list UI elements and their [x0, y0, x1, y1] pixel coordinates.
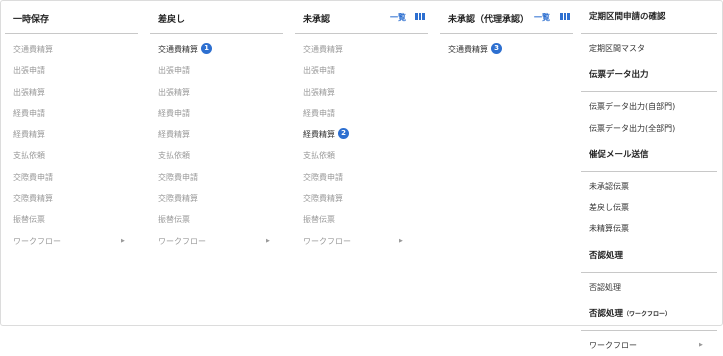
rejection-workflow-title: 否認処理: [589, 309, 624, 320]
rejection-workflow-suffix: （ワークフロー）: [623, 311, 672, 319]
menu-item-entertainment-request[interactable]: 交際費申請: [291, 167, 436, 188]
reminder-unapproved-item[interactable]: 未承認伝票: [581, 176, 717, 197]
column-proxy-unapproved: 未承認（代理承認） 一覧 交通費精算 3: [436, 1, 581, 60]
menu-item-workflow[interactable]: ワークフロー ▶: [291, 231, 436, 252]
menu-item-travel-expense[interactable]: 交通費精算: [1, 39, 146, 60]
menu-item-entertainment-settlement[interactable]: 交際費精算: [1, 188, 146, 209]
column-title: 未承認: [303, 15, 331, 25]
admin-menu: 定期区間申請の確認 定期区間マスタ 伝票データ出力 伝票データ出力(自部門) 伝…: [581, 1, 717, 356]
arrow-right-icon: ▶: [121, 237, 125, 244]
count-badge: 1: [201, 43, 212, 54]
reminder-mail-heading: 催促メール送信: [581, 139, 717, 172]
count-badge: 2: [338, 128, 349, 140]
column-header: 差戻し: [150, 1, 283, 34]
rejection-workflow-heading: 否認処理（ワークフロー）: [581, 298, 717, 332]
column-draft: 一時保存 交通費精算 出張申請 出張精算 経費申請 経費精算 支払依頼 交際費申…: [1, 1, 146, 252]
arrow-right-icon: ▶: [266, 237, 270, 244]
commuter-check-heading[interactable]: 定期区間申請の確認: [581, 1, 717, 34]
rejection-heading: 否認処理: [581, 240, 717, 273]
column-view-icon[interactable]: [415, 13, 426, 20]
menu-item-travel-expense[interactable]: 交通費精算 3: [436, 39, 581, 60]
arrow-right-icon: ▶: [399, 237, 403, 244]
menu-item-business-trip-settlement[interactable]: 出張精算: [1, 82, 146, 103]
menu-item-expense-settlement[interactable]: 経費精算 2: [291, 124, 436, 145]
list-link[interactable]: 一覧: [390, 12, 406, 23]
menu-item-workflow[interactable]: ワークフロー ▶: [1, 231, 146, 252]
menu-item-expense-request[interactable]: 経費申請: [291, 103, 436, 124]
rejection-item[interactable]: 否認処理: [581, 277, 717, 298]
menu-item-expense-request[interactable]: 経費申請: [1, 103, 146, 124]
slip-output-all-dept-item[interactable]: 伝票データ出力(全部門): [581, 118, 717, 139]
menu-item-entertainment-settlement[interactable]: 交際費精算: [291, 188, 436, 209]
reminder-unsettled-item[interactable]: 未精算伝票: [581, 218, 717, 239]
menu-item-transfer-slip[interactable]: 振替伝票: [291, 209, 436, 230]
menu-item-payment-request[interactable]: 支払依頼: [1, 145, 146, 166]
menu-item-business-trip-request[interactable]: 出張申請: [1, 60, 146, 81]
arrow-right-icon: ▶: [699, 342, 703, 349]
column-title: 差戻し: [158, 15, 186, 25]
menu-item-business-trip-request[interactable]: 出張申請: [291, 60, 436, 81]
count-badge: 3: [491, 43, 502, 54]
menu-item-expense-request[interactable]: 経費申請: [146, 103, 291, 124]
list-link[interactable]: 一覧: [534, 12, 550, 23]
column-title: 未承認（代理承認）: [448, 15, 530, 25]
column-header: 未承認 一覧: [295, 1, 428, 34]
commuter-master-item[interactable]: 定期区間マスタ: [581, 38, 717, 59]
menu-item-entertainment-settlement[interactable]: 交際費精算: [146, 188, 291, 209]
menu-item-payment-request[interactable]: 支払依頼: [291, 145, 436, 166]
menu-item-business-trip-settlement[interactable]: 出張精算: [146, 82, 291, 103]
column-title: 一時保存: [13, 15, 50, 25]
menu-item-entertainment-request[interactable]: 交際費申請: [1, 167, 146, 188]
menu-item-entertainment-request[interactable]: 交際費申請: [146, 167, 291, 188]
menu-item-travel-expense[interactable]: 交通費精算: [291, 39, 436, 60]
workflow-item[interactable]: ワークフロー ▶: [581, 335, 717, 356]
menu-item-travel-expense[interactable]: 交通費精算 1: [146, 39, 291, 60]
menu-item-business-trip-request[interactable]: 出張申請: [146, 60, 291, 81]
menu-item-workflow[interactable]: ワークフロー ▶: [146, 231, 291, 252]
reminder-returned-item[interactable]: 差戻し伝票: [581, 197, 717, 218]
column-unapproved: 未承認 一覧 交通費精算 出張申請 出張精算 経費申請 経費精算 2 支払依頼 交…: [291, 1, 436, 252]
column-view-icon[interactable]: [560, 13, 571, 20]
column-header: 未承認（代理承認） 一覧: [440, 1, 573, 34]
menu-item-payment-request[interactable]: 支払依頼: [146, 145, 291, 166]
slip-output-own-dept-item[interactable]: 伝票データ出力(自部門): [581, 96, 717, 117]
menu-item-business-trip-settlement[interactable]: 出張精算: [291, 82, 436, 103]
column-header: 一時保存: [5, 1, 138, 34]
menu-item-transfer-slip[interactable]: 振替伝票: [146, 209, 291, 230]
approval-menu-panel: 一時保存 交通費精算 出張申請 出張精算 経費申請 経費精算 支払依頼 交際費申…: [0, 0, 723, 350]
menu-item-expense-settlement[interactable]: 経費精算: [1, 124, 146, 145]
menu-item-transfer-slip[interactable]: 振替伝票: [1, 209, 146, 230]
column-returned: 差戻し 交通費精算 1 出張申請 出張精算 経費申請 経費精算 支払依頼 交際費申…: [146, 1, 291, 252]
menu-item-expense-settlement[interactable]: 経費精算: [146, 124, 291, 145]
slip-output-heading: 伝票データ出力: [581, 59, 717, 93]
